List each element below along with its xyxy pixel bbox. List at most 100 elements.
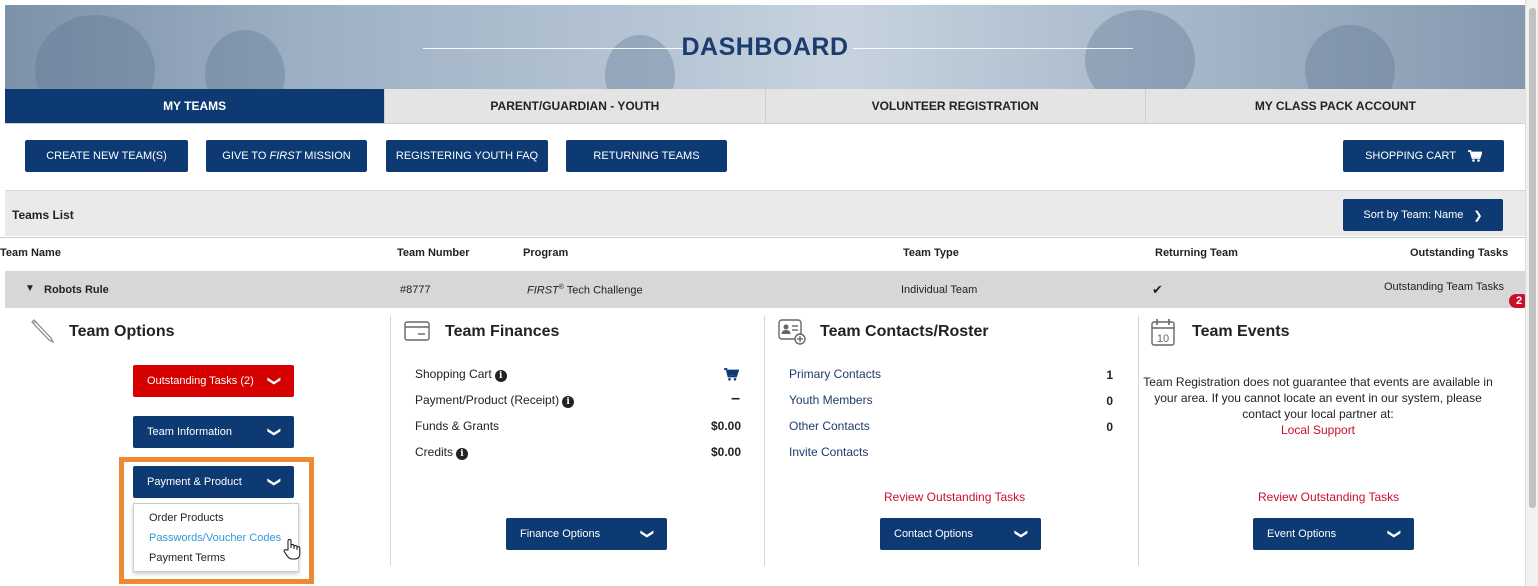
local-support-link[interactable]: Local Support	[1281, 423, 1355, 437]
finance-row-shopping-cart: Shopping Cart i	[415, 367, 507, 382]
team-finances-title: Team Finances	[445, 323, 560, 340]
tab-my-class-pack-account[interactable]: MY CLASS PACK ACCOUNT	[1144, 89, 1525, 124]
events-notice: Team Registration does not guarantee tha…	[1142, 374, 1494, 438]
team-program: FIRST® Tech Challenge	[527, 284, 643, 297]
divider	[1138, 316, 1139, 566]
program-first: FIRST	[527, 284, 559, 297]
shopping-cart-button[interactable]: SHOPPING CART	[1343, 140, 1504, 172]
tab-volunteer-registration[interactable]: VOLUNTEER REGISTRATION	[764, 89, 1145, 124]
finance-value: $0.00	[710, 419, 741, 433]
finance-label: Credits	[415, 445, 454, 459]
teams-list-title: Teams List	[12, 208, 74, 222]
column-team-name[interactable]: Team Name	[0, 247, 61, 259]
chevron-down-icon: ❯	[1387, 528, 1403, 540]
chevron-down-icon: ❯	[1014, 528, 1030, 540]
outstanding-tasks-button[interactable]: Outstanding Tasks (2) ❯	[133, 365, 294, 397]
contact-options-button[interactable]: Contact Options ❯	[880, 518, 1041, 550]
pencil-icon	[31, 319, 55, 343]
team-events-title: Team Events	[1192, 323, 1290, 340]
chevron-down-icon: ❯	[640, 528, 656, 540]
youth-members-link[interactable]: Youth Members	[789, 393, 873, 407]
primary-contacts-link[interactable]: Primary Contacts	[789, 367, 881, 381]
dashboard-banner: DASHBOARD	[5, 5, 1525, 89]
divider	[764, 316, 765, 566]
menu-item-payment-terms[interactable]: Payment Terms	[149, 552, 225, 564]
finance-options-button[interactable]: Finance Options ❯	[506, 518, 667, 550]
finance-row-payment-product: Payment/Product (Receipt) i	[415, 393, 575, 408]
primary-contacts-count: 1	[1106, 368, 1113, 382]
info-icon[interactable]: i	[494, 370, 507, 382]
event-options-button[interactable]: Event Options ❯	[1253, 518, 1414, 550]
finance-value: $0.00	[710, 445, 741, 459]
page-title: DASHBOARD	[681, 33, 849, 61]
column-program[interactable]: Program	[523, 247, 568, 259]
divider	[0, 237, 1525, 238]
caret-down-icon[interactable]: ▼	[25, 283, 35, 294]
outstanding-tasks-cell[interactable]: Outstanding Team Tasks 2	[1383, 281, 1530, 308]
divider	[390, 316, 391, 566]
payment-product-label: Payment & Product	[147, 476, 242, 488]
give-label-first: FIRST	[269, 150, 302, 162]
sort-label: Sort by Team: Name	[1363, 209, 1464, 221]
menu-item-order-products[interactable]: Order Products	[149, 512, 224, 524]
shopping-cart-label: SHOPPING CART	[1365, 150, 1456, 162]
chevron-down-icon: ❯	[267, 375, 283, 387]
tab-my-teams[interactable]: MY TEAMS	[5, 89, 385, 124]
give-label-pre: GIVE TO	[222, 150, 267, 162]
column-returning-team[interactable]: Returning Team	[1155, 247, 1238, 259]
menu-item-passwords-voucher-codes[interactable]: Passwords/Voucher Codes	[149, 532, 281, 544]
tab-parent-guardian-youth[interactable]: PARENT/GUARDIAN - YOUTH	[384, 89, 765, 124]
payment-product-button[interactable]: Payment & Product ❯	[133, 466, 294, 498]
finance-options-label: Finance Options	[520, 528, 601, 540]
team-number: #8777	[400, 284, 431, 296]
scrollbar[interactable]	[1525, 0, 1538, 586]
chevron-down-icon: ❯	[1473, 209, 1483, 222]
team-options-title: Team Options	[69, 323, 175, 340]
dashboard-page: DASHBOARD MY TEAMS PARENT/GUARDIAN - YOU…	[0, 0, 1538, 586]
calendar-icon: 10	[1151, 319, 1175, 346]
table-row[interactable]: ▼ Robots Rule #8777 FIRST® Tech Challeng…	[5, 271, 1530, 308]
team-information-button[interactable]: Team Information ❯	[133, 416, 294, 448]
info-icon[interactable]: i	[456, 448, 469, 460]
column-team-number[interactable]: Team Number	[397, 247, 470, 259]
review-outstanding-tasks-link[interactable]: Review Outstanding Tasks	[1258, 490, 1399, 504]
column-team-type[interactable]: Team Type	[903, 247, 959, 259]
cart-icon	[1467, 150, 1482, 162]
column-outstanding-tasks[interactable]: Outstanding Tasks	[1410, 247, 1508, 259]
calendar-day: 10	[1157, 333, 1169, 345]
review-outstanding-tasks-link[interactable]: Review Outstanding Tasks	[884, 490, 1025, 504]
receipt-icon	[404, 321, 430, 341]
team-name[interactable]: Robots Rule	[44, 284, 109, 296]
outstanding-tasks-button-label: Outstanding Tasks (2)	[147, 375, 254, 387]
other-contacts-count: 0	[1106, 420, 1113, 434]
scrollbar-thumb[interactable]	[1529, 8, 1536, 508]
outstanding-tasks-label: Outstanding Team Tasks	[1383, 281, 1504, 293]
invite-contacts-link[interactable]: Invite Contacts	[789, 445, 868, 459]
registering-youth-faq-button[interactable]: REGISTERING YOUTH FAQ	[386, 140, 548, 172]
payment-product-menu: Order Products Passwords/Voucher Codes P…	[133, 503, 299, 572]
info-icon[interactable]: i	[562, 396, 575, 408]
sort-dropdown[interactable]: Sort by Team: Name ❯	[1343, 199, 1503, 231]
give-label-post: MISSION	[304, 150, 351, 162]
team-type: Individual Team	[901, 284, 978, 296]
hand-cursor-icon	[283, 539, 301, 560]
chevron-down-icon: ❯	[267, 426, 283, 438]
finance-value: –	[731, 390, 740, 407]
team-contacts-title: Team Contacts/Roster	[820, 323, 989, 340]
program-rest: Tech Challenge	[563, 284, 643, 297]
contact-options-label: Contact Options	[894, 528, 973, 540]
give-to-first-mission-button[interactable]: GIVE TO FIRST MISSION	[206, 140, 367, 172]
contact-card-icon	[778, 319, 806, 345]
returning-teams-button[interactable]: RETURNING TEAMS	[566, 140, 727, 172]
team-information-label: Team Information	[147, 426, 232, 438]
finance-row-funds-grants: Funds & Grants	[415, 419, 500, 433]
event-options-label: Event Options	[1267, 528, 1337, 540]
main-tabs: MY TEAMS PARENT/GUARDIAN - YOUTH VOLUNTE…	[5, 89, 1525, 124]
cart-icon[interactable]	[724, 368, 739, 381]
other-contacts-link[interactable]: Other Contacts	[789, 419, 870, 433]
chevron-down-icon: ❯	[267, 476, 283, 488]
finance-row-credits: Credits i	[415, 445, 469, 460]
youth-members-count: 0	[1106, 394, 1113, 408]
finance-label: Payment/Product (Receipt)	[415, 393, 560, 407]
create-new-team-button[interactable]: CREATE NEW TEAM(S)	[25, 140, 188, 172]
